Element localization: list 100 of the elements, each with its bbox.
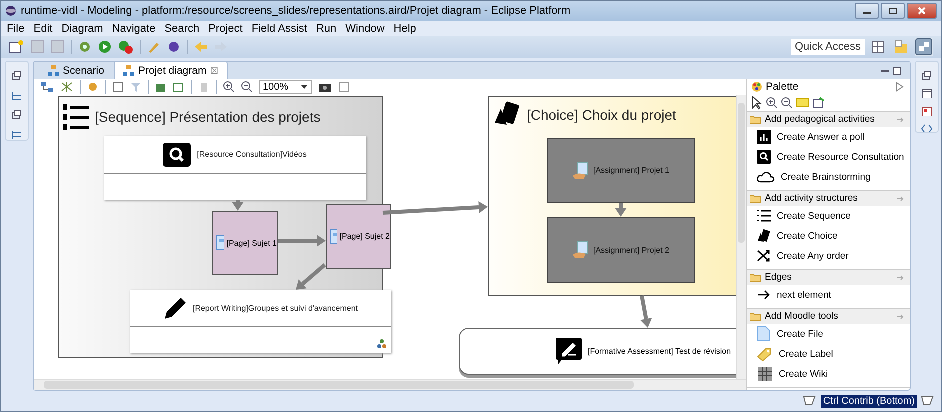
activity-node[interactable]: [Resource Consultation]Vidéos	[104, 136, 366, 200]
minimize-button[interactable]	[855, 3, 879, 19]
palette-tool[interactable]: Create Answer a poll	[747, 127, 910, 147]
palette-drawer[interactable]: Add activity structures	[747, 191, 910, 206]
document-hand-icon	[572, 241, 590, 259]
palette-tool[interactable]: Create Choice	[747, 226, 910, 246]
editor-tab[interactable]: Scenario	[40, 62, 112, 79]
debug-icon[interactable]	[118, 40, 134, 54]
arrow[interactable]	[640, 296, 652, 328]
arrow-icon	[757, 289, 771, 301]
arrow[interactable]	[382, 202, 488, 215]
restore-icon[interactable]	[11, 70, 23, 82]
pointer-icon[interactable]	[751, 96, 763, 110]
container-title: [Choice] Choix du projet	[527, 107, 676, 123]
menu-item[interactable]: Project	[208, 22, 243, 34]
editor-tab[interactable]: Projet diagram ☒	[114, 61, 228, 79]
code-icon[interactable]	[921, 124, 933, 132]
new-icon[interactable]	[9, 40, 25, 54]
frame-icon[interactable]	[112, 81, 124, 93]
menu-item[interactable]: Navigate	[112, 22, 156, 34]
node-label: [Page] Sujet 1	[226, 238, 277, 248]
note-attachment-icon[interactable]	[813, 97, 825, 109]
arrow[interactable]	[278, 235, 326, 247]
palette-drawer[interactable]: Add Moodle tools	[747, 309, 910, 324]
menu-item[interactable]: Edit	[34, 22, 53, 34]
restore-icon[interactable]	[11, 109, 23, 120]
folder-icon	[750, 312, 762, 322]
camera-icon[interactable]	[318, 81, 332, 93]
close-button[interactable]	[907, 3, 937, 19]
zoom-out-icon[interactable]	[781, 97, 793, 109]
palette-tool[interactable]: Create Brainstorming	[747, 167, 910, 187]
palette-drawer[interactable]: Add pedagogical activities	[747, 112, 910, 127]
container-title: [Sequence] Présentation des projets	[95, 109, 321, 125]
palette-tool[interactable]: Create Sequence	[747, 206, 910, 226]
modeling-perspective-icon[interactable]	[915, 38, 933, 56]
numbered-list-icon	[757, 209, 771, 223]
pencil-icon	[162, 295, 187, 321]
bar-chart-icon	[757, 130, 771, 144]
menu-item[interactable]: Run	[316, 22, 337, 34]
palette-tool[interactable]: Create Resource Consultation	[747, 147, 910, 167]
layout-icon[interactable]	[60, 81, 74, 93]
search-icon	[757, 150, 771, 164]
zoom-in-icon[interactable]	[766, 97, 778, 109]
assessment-node[interactable]: [Formative Assessment] Test de révision	[459, 328, 736, 375]
menu-item[interactable]: Field Assist	[252, 22, 308, 34]
palette-tool[interactable]: Create Label	[747, 344, 910, 364]
folder-icon[interactable]	[893, 39, 909, 55]
zoom-out-icon[interactable]	[241, 81, 253, 93]
folder-icon	[750, 114, 762, 124]
status-contribution[interactable]: Ctrl Contrib (Bottom)	[821, 394, 917, 408]
diagram-icon	[48, 65, 59, 76]
tree-icon[interactable]	[11, 90, 23, 101]
export-icon[interactable]	[155, 81, 167, 93]
run-icon[interactable]	[98, 40, 112, 54]
maximize-button[interactable]	[881, 3, 905, 19]
assignment-node[interactable]: [Assignment] Projet 2	[547, 217, 695, 283]
sphere-icon[interactable]	[167, 40, 181, 54]
menu-item[interactable]: Help	[394, 22, 416, 34]
properties-icon[interactable]	[921, 106, 933, 116]
page-node[interactable]: [Page] Sujet 1	[212, 211, 278, 275]
palette-tool[interactable]: Create Any order	[747, 246, 910, 266]
zoom-dropdown[interactable]: 100%	[259, 80, 312, 94]
vertical-scrollbar[interactable]	[736, 95, 746, 379]
maximize-icon	[888, 7, 898, 15]
page-node[interactable]: [Page] Sujet 2	[326, 204, 391, 269]
document-hand-icon	[572, 162, 590, 180]
diagram-icon	[123, 65, 134, 76]
menu-item[interactable]: Window	[346, 22, 385, 34]
palette-tool[interactable]: Create Wiki	[747, 364, 910, 384]
import-icon[interactable]	[173, 81, 185, 93]
arrange-icon[interactable]	[40, 81, 54, 93]
window-icon[interactable]	[921, 88, 933, 98]
people-icon	[377, 339, 387, 349]
open-perspective-icon[interactable]	[871, 39, 887, 55]
palette-tool[interactable]: next element	[747, 285, 910, 305]
activity-node[interactable]: [Report Writing]Groupes et suivi d'avancement	[130, 290, 391, 353]
numbered-list-icon	[63, 103, 89, 131]
palette-tool[interactable]: Create File	[747, 324, 910, 344]
grid-icon[interactable]	[338, 81, 350, 93]
menu-item[interactable]: Search	[164, 22, 200, 34]
gear-icon[interactable]	[78, 40, 92, 54]
restore-icon[interactable]	[921, 70, 933, 80]
palette-drawer[interactable]: Edges	[747, 270, 910, 285]
folder-icon	[750, 272, 762, 282]
assignment-node[interactable]: [Assignment] Projet 1	[547, 138, 695, 203]
arrow[interactable]	[232, 200, 244, 211]
horizontal-scrollbar[interactable]	[34, 379, 746, 390]
cloud-icon	[757, 171, 775, 183]
zoom-in-icon[interactable]	[223, 81, 235, 93]
menu-item[interactable]: Diagram	[62, 22, 104, 34]
maximize-icon[interactable]	[892, 66, 902, 76]
collapse-icon[interactable]	[896, 82, 904, 92]
arrow[interactable]	[296, 263, 326, 290]
search-icon	[163, 142, 192, 166]
menu-item[interactable]: File	[7, 22, 25, 34]
app-icon	[5, 5, 17, 17]
outline-icon[interactable]	[11, 128, 23, 140]
palette-title: Palette	[766, 81, 799, 93]
quick-access-field[interactable]: Quick Access	[790, 39, 865, 55]
arrow[interactable]	[615, 203, 627, 217]
